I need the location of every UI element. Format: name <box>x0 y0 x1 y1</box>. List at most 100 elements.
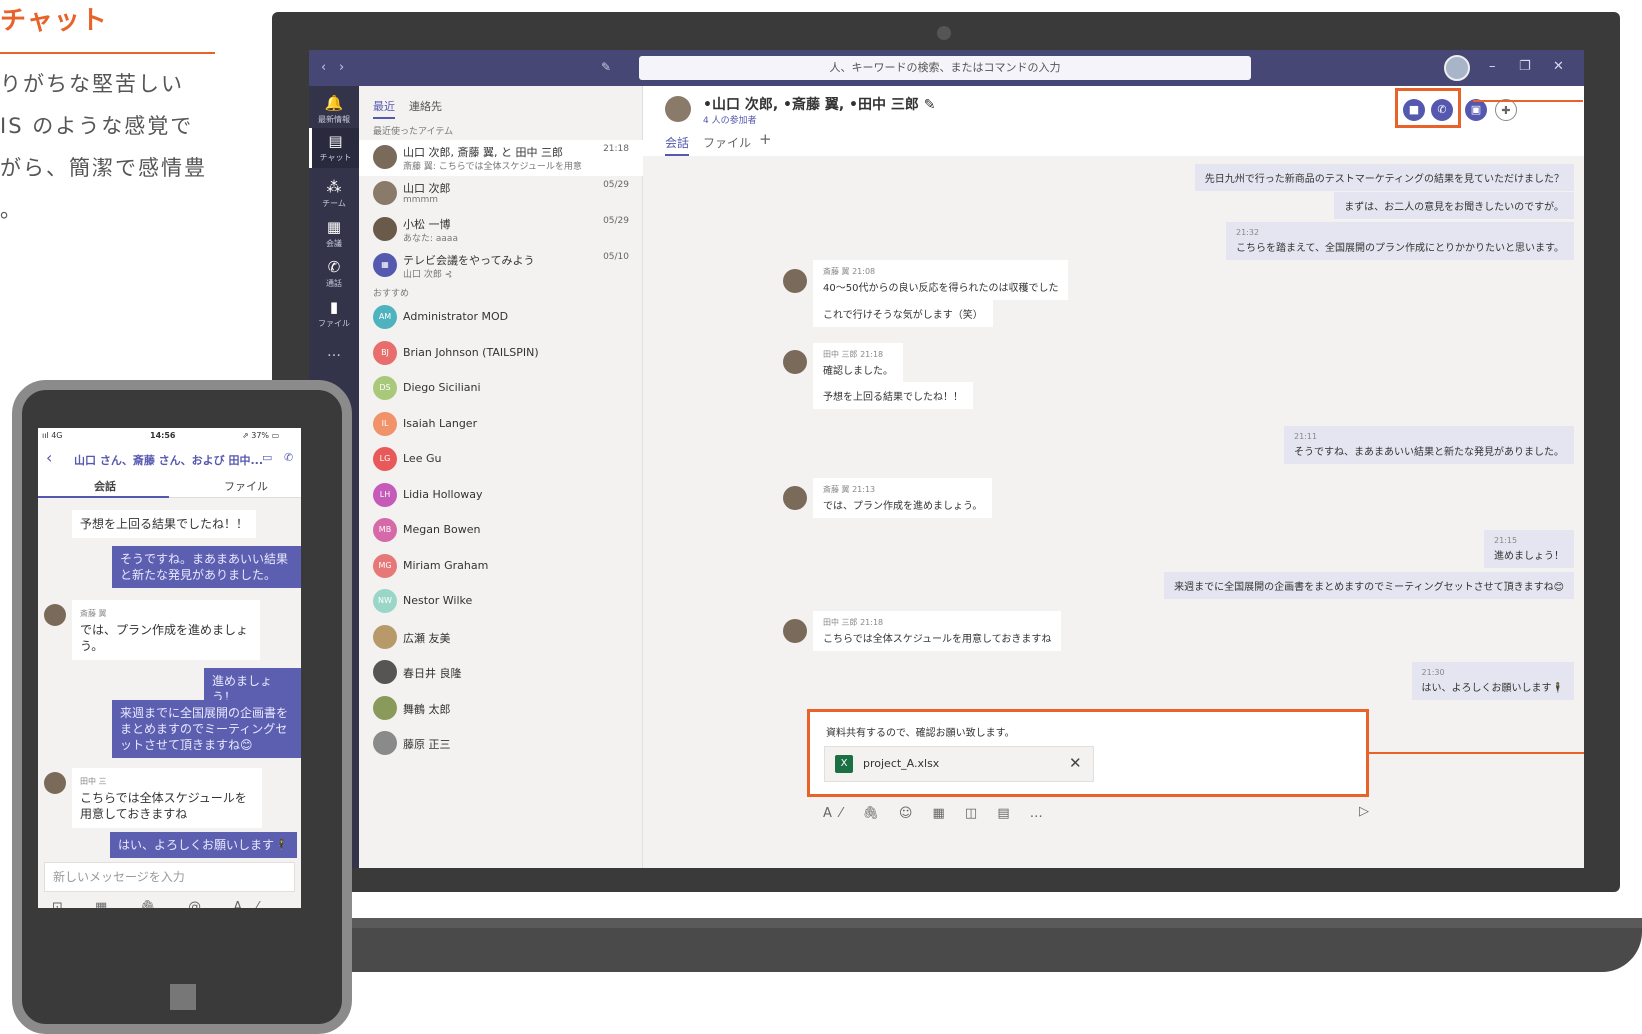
chat-item-group[interactable]: 山口 次郎, 斎藤 翼, と 田中 三郎 斎藤 翼: こちらでは全体スケジュール… <box>359 140 643 176</box>
add-people-icon[interactable]: ✚ <box>1495 99 1517 121</box>
screen-share-icon[interactable]: ▣ <box>1465 99 1487 121</box>
tab-conversation[interactable]: 会話 <box>665 134 690 156</box>
back-arrow-icon[interactable]: ‹ <box>46 448 52 467</box>
suggested-contact[interactable]: BJ Brian Johnson (TAILSPIN) <box>359 336 643 371</box>
avatar: LG <box>373 447 397 471</box>
forward-arrow-icon[interactable]: › <box>339 60 344 75</box>
message-out: 21:15 進めましょう！ <box>1484 530 1574 568</box>
user-avatar[interactable] <box>1444 55 1470 81</box>
team-icon: ⁂ <box>326 178 342 196</box>
teams-window: ‹ › ✎ 人、キーワードの検索、またはコマンドの入力 – ❐ ✕ 🔔 最新情報 … <box>309 50 1584 868</box>
chat-item-yamaguchi[interactable]: 山口 次郎 mmmm 05/29 <box>359 176 643 212</box>
tab-contacts[interactable]: 連絡先 <box>409 98 442 114</box>
suggested-contact[interactable]: AM Administrator MOD <box>359 300 643 335</box>
tab-files[interactable]: ファイル <box>703 134 751 151</box>
file-icon: ▮ <box>329 298 339 316</box>
avatar <box>373 624 397 649</box>
compose-box[interactable]: 資料共有するので、確認お願い致します。 X project_A.xlsx ✕ <box>807 709 1369 797</box>
remove-attachment-icon[interactable]: ✕ <box>1069 754 1082 772</box>
suggested-contact[interactable]: DS Diego Siciliani <box>359 371 643 406</box>
chat-item-komatsu[interactable]: 小松 一博 あなた: aaaa 05/29 <box>359 212 643 248</box>
compose-input[interactable]: 資料共有するので、確認お願い致します。 <box>826 724 1015 739</box>
avatar <box>373 217 397 241</box>
suggested-contact[interactable]: 広瀬 友美 <box>359 620 643 655</box>
avatar: LH <box>373 482 397 507</box>
rail-item-calls[interactable]: ✆ 通話 <box>309 258 359 289</box>
rail-item-chat[interactable]: ▤ チャット <box>309 128 359 168</box>
close-icon[interactable]: ✕ <box>1553 59 1564 74</box>
minimize-icon[interactable]: – <box>1489 59 1496 74</box>
add-tab-button[interactable]: + <box>759 130 772 148</box>
callout-line <box>1473 100 1583 102</box>
search-input[interactable]: 人、キーワードの検索、またはコマンドの入力 <box>639 56 1251 80</box>
send-icon[interactable]: ▷ <box>1359 804 1369 819</box>
rail-item-more[interactable]: … <box>309 344 359 360</box>
phone-chat-header: ‹ 山口 さん、斎藤 さん、および 田中... ▭ ✆ <box>38 446 301 472</box>
contact-name: Nestor Wilke <box>403 594 473 607</box>
suggested-contact[interactable]: NW Nestor Wilke <box>359 584 643 619</box>
message-out: 先日九州で行った新商品のテストマーケティングの結果を見ていただけました？ <box>1194 164 1574 191</box>
message-input[interactable]: 新しいメッセージを入力 <box>44 862 295 892</box>
restore-icon[interactable]: ❐ <box>1519 59 1531 74</box>
contact-name: Lidia Holloway <box>403 487 483 501</box>
attachment-card[interactable]: X project_A.xlsx ✕ <box>824 746 1094 782</box>
tab-recent[interactable]: 最近 <box>373 98 395 119</box>
tab-conversation[interactable]: 会話 <box>94 478 116 494</box>
contact-name: Diego Siciliani <box>403 381 481 394</box>
suggested-contact[interactable]: 春日井 良隆 <box>359 655 643 690</box>
avatar <box>373 145 397 169</box>
participant-count[interactable]: 4 人の参加者 <box>703 113 757 126</box>
excel-file-icon: X <box>835 755 853 773</box>
suggested-contact[interactable]: MG Miriam Graham <box>359 549 643 584</box>
avatar <box>373 695 397 720</box>
phone-chat-title[interactable]: 山口 さん、斎藤 さん、および 田中... <box>74 452 263 468</box>
phone-toolbar[interactable]: ⊡ ▦ 🖇 @ A⁄ … <box>52 900 301 908</box>
compose-icon[interactable]: ✎ <box>601 60 611 74</box>
back-arrow-icon[interactable]: ‹ <box>321 60 326 75</box>
avatar: DS <box>373 376 397 400</box>
recent-section-label: 最近使ったアイテム <box>373 127 454 137</box>
avatar: MB <box>373 518 397 542</box>
rail-item-teams[interactable]: ⁂ チーム <box>309 178 359 209</box>
avatar: NW <box>373 589 397 613</box>
status-bar: ııl 4G 14:56 ⇗ 37% ▭ <box>38 428 301 446</box>
video-call-icon[interactable]: ▭ <box>262 451 272 464</box>
suggested-contact[interactable]: MB Megan Bowen <box>359 513 643 548</box>
rail-item-activity[interactable]: 🔔 最新情報 <box>309 94 359 125</box>
tab-underline <box>38 496 169 498</box>
laptop-base <box>300 928 1642 972</box>
rail-item-meetings[interactable]: ▦ 会議 <box>309 218 359 249</box>
suggested-contact[interactable]: 藤原 正三 <box>359 726 643 761</box>
avatar <box>783 486 807 510</box>
suggested-contact[interactable]: 舞鶴 太郎 <box>359 691 643 726</box>
tab-files[interactable]: ファイル <box>224 478 268 494</box>
format-toolbar[interactable]: A⁄ 🖇 ☺ ▦ ◫ ▤ … <box>823 806 1051 821</box>
chat-item-meeting[interactable]: ▦ テレビ会議をやってみよう 山口 次郎 ⊰ 05/10 <box>359 248 643 284</box>
chat-icon: ▤ <box>328 132 343 150</box>
home-button[interactable] <box>170 984 196 1010</box>
phone-icon[interactable]: ✆ <box>284 451 293 464</box>
avatar <box>783 619 807 643</box>
rail-item-files[interactable]: ▮ ファイル <box>309 298 359 329</box>
promo-line-3: がら、簡潔で感情豊 <box>0 156 207 180</box>
avatar <box>373 731 397 755</box>
message-out: 21:32 こちらを踏まえて、全国展開のプラン作成にとりかかりたいと思います。 <box>1226 222 1574 260</box>
avatar <box>373 660 397 684</box>
avatar: BJ <box>373 340 397 365</box>
suggested-contact[interactable]: LG Lee Gu <box>359 442 643 477</box>
suggested-contact[interactable]: LH Lidia Holloway <box>359 478 643 513</box>
phone-icon: ✆ <box>327 258 341 276</box>
avatar <box>783 269 807 293</box>
chat-pane: •山口 次郎, •斎藤 翼, •田中 三郎 ✎ 4 人の参加者 会話 ファイル … <box>643 86 1584 868</box>
avatar: IL <box>373 411 397 436</box>
chat-title[interactable]: •山口 次郎, •斎藤 翼, •田中 三郎 ✎ <box>703 94 935 114</box>
suggested-contact[interactable]: IL Isaiah Langer <box>359 407 643 442</box>
contact-name: Miriam Graham <box>403 558 489 572</box>
contact-name: 藤原 正三 <box>403 738 451 751</box>
chat-list: 最近 連絡先 最近使ったアイテム 山口 次郎, 斎藤 翼, と 田中 三郎 斎藤… <box>359 86 643 868</box>
avatar <box>373 181 397 205</box>
message-in: 斎藤 翼では、プラン作成を進めましょう。 <box>72 600 260 660</box>
message-in: 予想を上回る結果でしたね！！ <box>813 382 973 409</box>
promo-line-4: 。 <box>0 198 23 222</box>
message-in: 斎藤 翼 21:08 40〜50代からの良い反応を得られたのは収穫でした <box>813 260 1069 300</box>
